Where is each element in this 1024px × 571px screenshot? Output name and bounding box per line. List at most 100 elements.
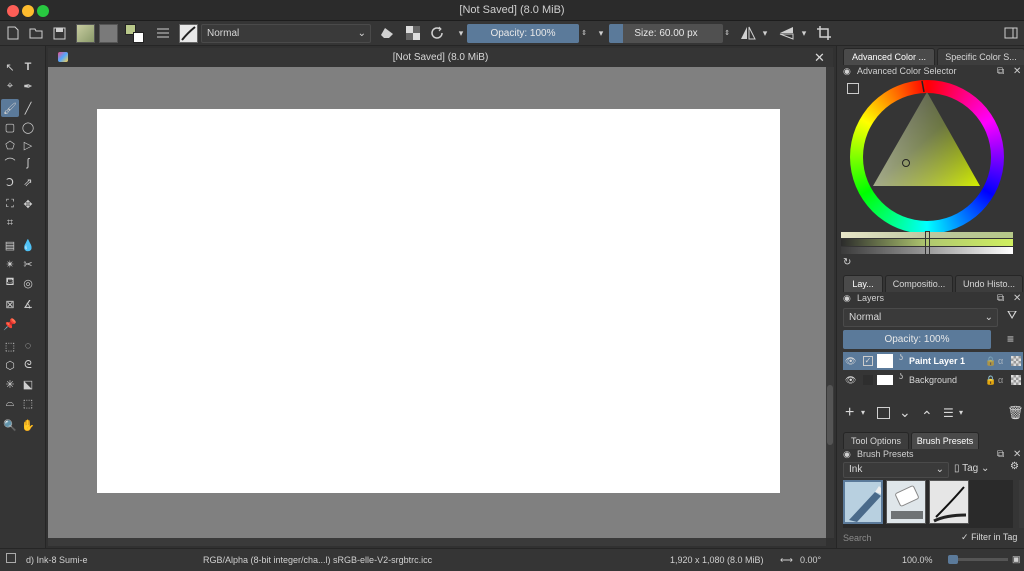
polyline-tool-icon[interactable]: ▷	[20, 137, 36, 153]
zoom-tool-icon[interactable]: 🔍	[2, 417, 18, 433]
layer-row[interactable]: 👁 ✓ ʖ Paint Layer 1 🔒 α	[843, 352, 1023, 370]
vertical-scrollbar[interactable]	[826, 67, 834, 538]
tab-specific-color[interactable]: Specific Color S...	[937, 48, 1024, 65]
canvas-paper[interactable]	[97, 109, 780, 493]
tag-select[interactable]: Ink ⌄	[843, 462, 949, 478]
opacity-slider[interactable]: Opacity: 100%	[467, 24, 579, 43]
text-tool-icon[interactable]: T	[20, 59, 36, 75]
horizontal-scrollbar[interactable]	[48, 538, 826, 546]
settings-icon[interactable]: ⚙	[1010, 461, 1019, 472]
opacity-stepper-icon[interactable]: ⇕	[580, 24, 588, 42]
tab-layers[interactable]: Lay...	[843, 275, 883, 292]
mirror-vertical-icon[interactable]	[778, 24, 796, 42]
search-input[interactable]: Search	[843, 533, 951, 546]
assistant-tool-icon[interactable]: ✂	[20, 256, 36, 272]
delete-layer-icon[interactable]: 🗑	[1007, 405, 1024, 421]
ellipse-select-icon[interactable]: ◌	[20, 338, 36, 354]
multibrush-icon[interactable]: ⇗	[20, 174, 36, 190]
alpha-lock-icon[interactable]	[1011, 356, 1021, 366]
tab-undo-history[interactable]: Undo Histo...	[955, 275, 1023, 292]
freehand-select-icon[interactable]: ᘓ	[20, 357, 36, 373]
size-slider[interactable]: Size: 60.00 px	[609, 24, 723, 43]
close-document-icon[interactable]: ✕	[814, 50, 825, 66]
alpha-lock-icon[interactable]	[404, 24, 422, 42]
edit-shapes-icon[interactable]: ⌖	[2, 78, 18, 94]
size-stepper-icon[interactable]: ⇕	[723, 24, 731, 42]
layer-properties-icon[interactable]: ☰	[943, 406, 954, 420]
layer-name[interactable]: Paint Layer 1	[909, 352, 965, 370]
alpha-inherit-icon[interactable]: α	[998, 352, 1003, 370]
status-menu-icon[interactable]: ▣	[1012, 554, 1021, 565]
measure-tool-icon[interactable]: ∡	[20, 296, 36, 312]
eye-icon[interactable]: 👁	[845, 371, 856, 389]
freehand-brush-icon[interactable]: 🖌	[1, 99, 19, 117]
gradient-swatch[interactable]	[76, 24, 95, 43]
checkbox-icon[interactable]: ✓	[863, 356, 873, 366]
pan-tool-icon[interactable]: ✋	[20, 417, 36, 433]
polygon-tool-icon[interactable]: ⬠	[2, 137, 18, 153]
smart-patch-icon[interactable]: ✴	[2, 256, 18, 272]
rectangle-tool-icon[interactable]: ▢	[2, 119, 18, 135]
rotation-icon[interactable]: ⟷	[780, 555, 793, 566]
fg-bg-color-icon[interactable]	[125, 24, 145, 44]
pattern-swatch[interactable]	[99, 24, 118, 43]
new-document-icon[interactable]	[4, 24, 22, 42]
bezier-tool-icon[interactable]: ⌒	[2, 155, 18, 171]
freehand-path-icon[interactable]: ʃ	[20, 155, 36, 171]
enclose-fill-icon[interactable]: ◎	[20, 275, 36, 291]
save-icon[interactable]	[50, 24, 68, 42]
float-docker-icon[interactable]: ⧉	[997, 448, 1004, 461]
chevron-down-icon[interactable]: ▾	[799, 24, 809, 42]
eye-icon[interactable]: 👁	[845, 352, 856, 370]
lock-icon[interactable]: 🔒	[985, 371, 996, 389]
filter-in-tag-checkbox[interactable]: ✓ Filter in Tag	[961, 532, 1017, 543]
close-docker-icon[interactable]: ✕	[1013, 65, 1021, 78]
blend-mode-select[interactable]: Normal ⌄	[201, 24, 371, 43]
status-color-model[interactable]: RGB/Alpha (8-bit integer/cha...l) sRGB-e…	[203, 555, 432, 565]
hue-wheel[interactable]	[850, 80, 1004, 234]
rect-select-icon[interactable]: ⬚	[2, 338, 18, 354]
tag-button[interactable]: ▯ Tag ⌄	[954, 463, 989, 474]
add-layer-icon[interactable]: +	[845, 404, 854, 422]
layer-opacity-slider[interactable]: Opacity: 100%	[843, 330, 991, 349]
alpha-lock-icon[interactable]	[1011, 375, 1021, 385]
brush-preset-thumbnail[interactable]	[929, 480, 969, 524]
filter-icon[interactable]: ⛛	[1007, 308, 1017, 323]
mirror-horizontal-icon[interactable]	[739, 24, 757, 42]
preset-scrollbar[interactable]	[1019, 480, 1024, 528]
tab-brush-presets[interactable]: Brush Presets	[911, 432, 979, 449]
color-picker-icon[interactable]: 💧	[20, 237, 36, 253]
status-rotation[interactable]: 0.00°	[800, 555, 821, 565]
perspective-grid-icon[interactable]: ⊠	[2, 296, 18, 312]
zoom-slider-handle[interactable]	[948, 555, 958, 564]
tab-tool-options[interactable]: Tool Options	[843, 432, 909, 449]
calligraphy-icon[interactable]: ✒	[20, 78, 36, 94]
transform-tool-icon[interactable]: ⛶	[2, 196, 18, 212]
float-docker-icon[interactable]: ⧉	[997, 65, 1004, 78]
brush-preset-thumbnail[interactable]	[886, 480, 926, 524]
refresh-icon[interactable]: ↻	[843, 257, 851, 268]
reference-images-icon[interactable]: 📌	[2, 316, 18, 332]
docker-layout-icon[interactable]	[1002, 24, 1020, 42]
polygon-select-icon[interactable]: ⬡	[2, 357, 18, 373]
contiguous-select-icon[interactable]: ✳	[2, 376, 18, 392]
canvas-area[interactable]	[48, 67, 826, 538]
reload-preset-icon[interactable]	[428, 24, 446, 42]
close-docker-icon[interactable]: ✕	[1013, 292, 1021, 305]
zoom-slider[interactable]	[948, 555, 1008, 564]
chevron-down-icon[interactable]: ▾	[760, 24, 770, 42]
chevron-down-icon[interactable]: ▾	[959, 408, 963, 417]
fill-tool-icon[interactable]: ⛾	[2, 275, 18, 291]
open-folder-icon[interactable]	[27, 24, 45, 42]
alpha-inherit-icon[interactable]: α	[998, 371, 1003, 389]
layer-row[interactable]: 👁 ʖ Background 🔒 α	[843, 371, 1023, 389]
layer-menu-icon[interactable]: ≡	[1007, 332, 1014, 346]
brush-settings-icon[interactable]	[154, 24, 172, 42]
float-docker-icon[interactable]: ⧉	[997, 292, 1004, 305]
tab-advanced-color[interactable]: Advanced Color ...	[843, 48, 935, 65]
gradient-tool-icon[interactable]: ▤	[2, 237, 18, 253]
eraser-icon[interactable]	[378, 24, 396, 42]
layer-blend-mode-select[interactable]: Normal ⌄	[843, 308, 998, 327]
select-shapes-icon[interactable]: ↖	[2, 59, 18, 75]
crop-wrap-icon[interactable]	[815, 24, 833, 42]
